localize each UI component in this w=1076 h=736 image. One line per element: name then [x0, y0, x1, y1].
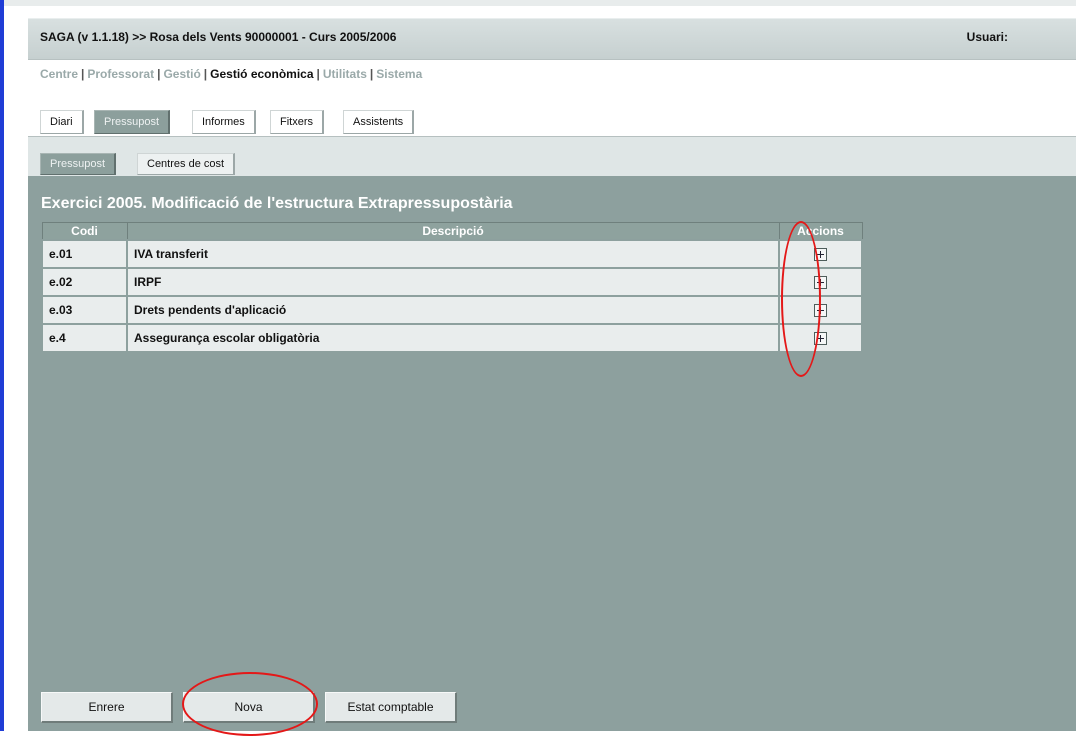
menu-separator: | — [203, 67, 208, 81]
main-tabs: Diari Pressupost Informes Fitxers Assist… — [28, 110, 1076, 137]
window-left-edge — [0, 0, 4, 731]
app-frame: SAGA (v 1.1.18) >> Rosa dels Vents 90000… — [28, 6, 1076, 731]
menu-item-centre[interactable]: Centre — [40, 67, 78, 81]
cell-actions — [778, 267, 863, 297]
cell-code: e.03 — [41, 295, 128, 325]
menu-item-sistema[interactable]: Sistema — [376, 67, 422, 81]
content-area: Exercici 2005. Modificació de l'estructu… — [28, 176, 1076, 731]
column-header-actions: Accions — [778, 222, 863, 241]
back-button[interactable]: Enrere — [41, 692, 173, 723]
title-bar: SAGA (v 1.1.18) >> Rosa dels Vents 90000… — [28, 18, 1076, 60]
new-button[interactable]: Nova — [183, 692, 315, 723]
accounting-status-button[interactable]: Estat comptable — [325, 692, 457, 723]
items-table: Codi Descripció Accions e.01 IVA transfe… — [41, 222, 863, 353]
cell-description: Assegurança escolar obligatòria — [126, 323, 780, 353]
app-title: SAGA (v 1.1.18) >> Rosa dels Vents 90000… — [40, 30, 397, 44]
column-header-code: Codi — [41, 222, 128, 241]
add-icon[interactable] — [814, 332, 827, 346]
table-row: e.01 IVA transferit — [41, 239, 863, 269]
table-header-row: Codi Descripció Accions — [41, 222, 863, 241]
tab-pressupost[interactable]: Pressupost — [94, 110, 171, 134]
cell-code: e.01 — [41, 239, 128, 269]
subtab-bar: Pressupost Centres de cost — [28, 137, 1076, 176]
menu-item-professorat[interactable]: Professorat — [87, 67, 154, 81]
cell-description: IVA transferit — [126, 239, 780, 269]
menu-item-gestio[interactable]: Gestió — [163, 67, 200, 81]
menu-separator: | — [81, 67, 85, 81]
tab-informes[interactable]: Informes — [192, 110, 256, 134]
subtab-pressupost[interactable]: Pressupost — [40, 153, 117, 175]
add-icon[interactable] — [814, 276, 827, 290]
cell-actions — [778, 323, 863, 353]
table-row: e.02 IRPF — [41, 267, 863, 297]
user-label: Usuari: — [966, 30, 1008, 44]
subtab-centres-de-cost[interactable]: Centres de cost — [137, 153, 236, 175]
page-title: Exercici 2005. Modificació de l'estructu… — [41, 195, 513, 212]
cell-description: Drets pendents d'aplicació — [126, 295, 780, 325]
tab-fitxers[interactable]: Fitxers — [270, 110, 324, 134]
tab-diari[interactable]: Diari — [40, 110, 84, 134]
cell-code: e.4 — [41, 323, 128, 353]
add-icon[interactable] — [814, 304, 827, 318]
menu-separator: | — [369, 67, 374, 81]
menu-separator: | — [316, 67, 320, 81]
cell-actions — [778, 295, 863, 325]
column-header-description: Descripció — [126, 222, 780, 241]
main-menu: Centre | Professorat | Gestió | Gestió econòmi… — [40, 67, 422, 81]
cell-code: e.02 — [41, 267, 128, 297]
add-icon[interactable] — [814, 248, 827, 262]
table-row: e.03 Drets pendents d'aplicació — [41, 295, 863, 325]
table-row: e.4 Assegurança escolar obligatòria — [41, 323, 863, 353]
menu-item-gestio-economica[interactable]: Gestió econòmica — [210, 67, 313, 81]
cell-actions — [778, 239, 863, 269]
menu-item-utilitats[interactable]: Utilitats — [323, 67, 367, 81]
cell-description: IRPF — [126, 267, 780, 297]
tab-assistents[interactable]: Assistents — [343, 110, 415, 134]
